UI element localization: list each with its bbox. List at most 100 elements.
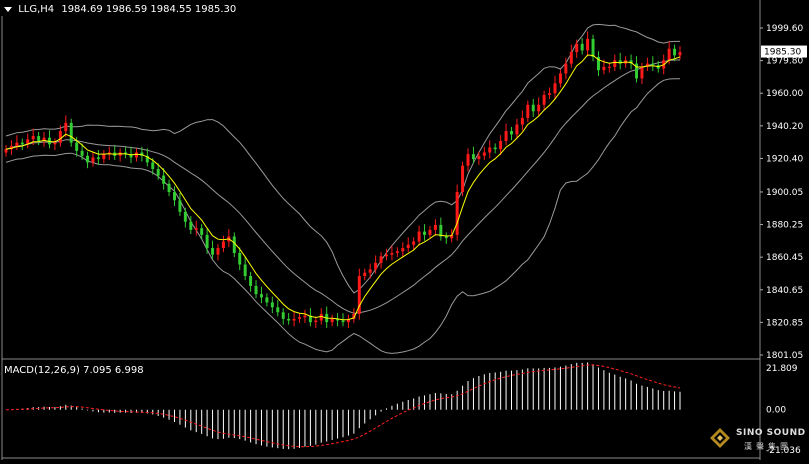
candle-body [580,43,584,51]
moving-average-line [5,54,681,321]
candle-body [287,318,291,321]
candle-body [553,83,557,94]
logo-text-en: SINO SOUND [736,428,806,438]
candle-body [270,302,274,308]
candle-body [390,252,394,255]
candle-body [401,248,405,252]
price-tick-label: 1979.80 [766,57,803,67]
candle-body [471,154,475,160]
candle-body [341,320,345,323]
candle-body [102,154,106,160]
candle-body [86,155,90,163]
price-tick-label: 1801.05 [766,351,803,361]
logo-diamond-icon [710,428,730,448]
chart-canvas[interactable]: 1999.60 1979.80 1960.00 1940.20 1920.40 1900.… [0,0,809,460]
candle-body [504,131,508,141]
candle-body [134,152,138,158]
candle-body [586,38,590,51]
candle-body [96,157,100,160]
candle-body [303,315,307,318]
candle-body [667,48,671,61]
price-tick-label: 1880.25 [766,221,803,231]
candle-body [216,248,220,255]
candle-body [515,124,519,135]
sino-sound-logo: SINO SOUND 漢聲集團 [710,426,806,456]
price-tick-label: 1960.00 [766,89,803,99]
price-tick-label: 1860.45 [766,253,803,263]
candle-body [363,272,367,277]
candle-body [173,192,176,201]
candle-body [564,63,568,74]
candle-body [276,307,280,313]
candle-body [314,320,318,323]
candle-body [330,318,334,323]
candle-body [455,192,459,235]
candle-body [461,165,465,193]
candle-body [558,73,562,84]
candle-body [493,147,497,150]
candle-body [53,142,57,145]
price-tick-label: 1900.05 [766,188,803,198]
candle-body [651,63,655,66]
candle-body [183,211,187,222]
chart-area[interactable]: 1999.60 1979.80 1960.00 1940.20 1920.40 1900.… [0,0,809,460]
candle-body [575,43,579,53]
candle-body [591,38,595,57]
candle-body [412,241,416,245]
dropdown-triangle-icon[interactable] [4,6,12,12]
candle-body [526,104,530,118]
candle-body [156,168,160,176]
price-tick-label: 1920.40 [766,154,803,164]
candle-body [482,152,486,156]
macd-tick-label: 0.00 [766,406,786,416]
candle-body [428,229,432,235]
candle-body [374,262,378,270]
candle-body [58,131,62,143]
candle-body [499,140,503,150]
candle-body [151,162,155,169]
price-tick-label: 1840.65 [766,286,803,296]
candle-body [281,312,285,319]
candle-body [613,60,617,67]
candle-body [406,244,410,249]
price-tick-label: 1999.60 [766,24,803,34]
candle-body [477,155,481,160]
candle-body [178,200,182,212]
candle-body [69,122,73,143]
candle-body [189,221,193,230]
candle-body [162,175,166,184]
macd-tick-label: 21.809 [766,364,798,374]
macd-label: MACD(12,26,9) 7.095 6.998 [4,365,144,376]
candle-body [91,157,95,163]
candle-body [510,131,513,135]
candle-body [4,149,8,153]
candle-body [265,297,269,303]
candle-body [520,117,524,125]
symbol-header: LLG,H4 1984.69 1986.59 1984.55 1985.30 [4,4,236,15]
price-tick-label: 1820.85 [766,318,803,328]
candle-body [31,136,35,140]
candle-body [221,241,225,249]
candle-body [249,276,253,286]
candle-body [466,154,470,166]
candle-body [254,285,258,295]
candle-body [37,136,41,141]
candle-body [238,252,242,265]
candle-body [678,52,682,56]
candle-body [167,183,171,193]
candle-body [243,264,247,277]
ohlc-values: 1984.69 1986.59 1984.55 1985.30 [61,4,237,15]
candle-body [395,251,399,253]
candle-body [607,66,611,68]
candle-body [379,256,383,263]
candle-body [205,234,209,249]
candle-body [602,66,606,71]
candle-body [368,269,372,273]
candle-body [531,104,535,112]
candle-body [673,48,677,56]
candle-body [537,104,541,112]
candle-body [64,122,68,132]
candle-body [80,150,84,156]
candle-body [488,147,492,153]
current-price-label: 1985.30 [764,48,801,58]
